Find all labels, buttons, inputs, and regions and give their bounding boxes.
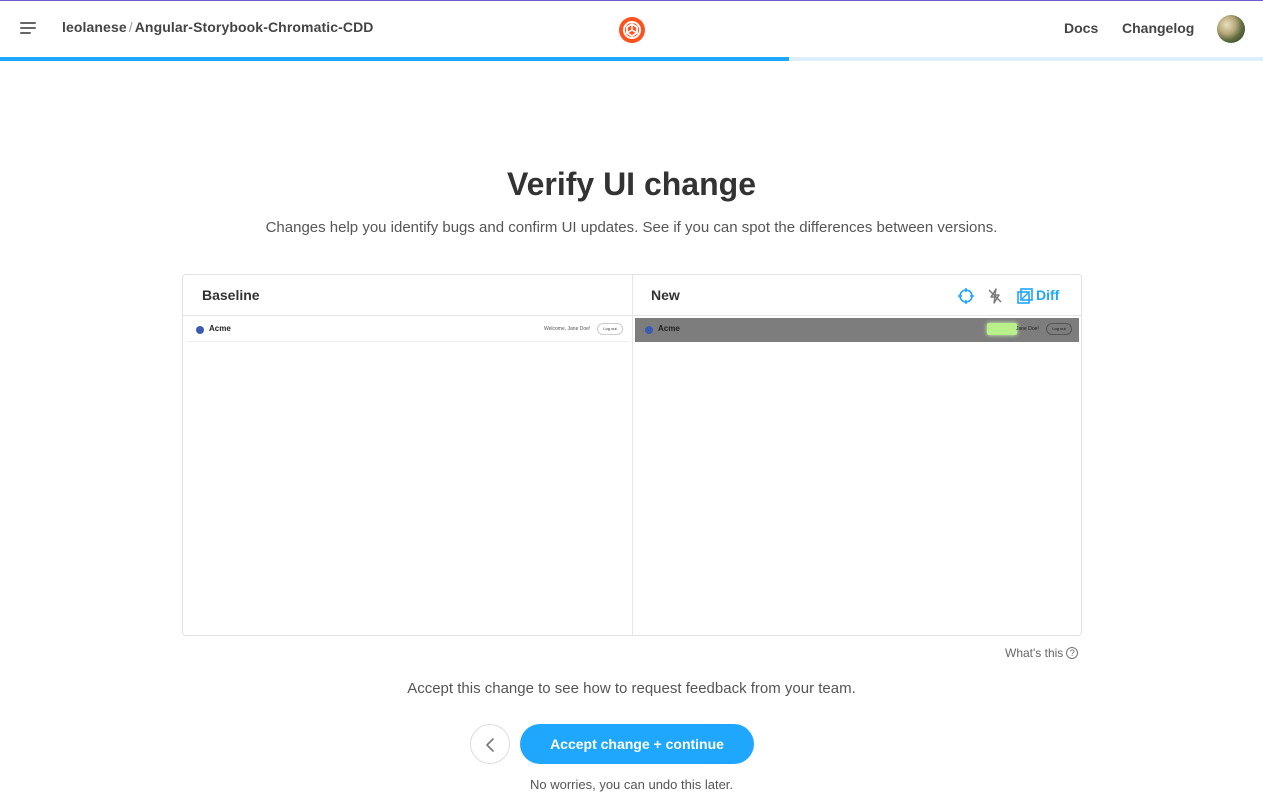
snapshot-comparison: Baseline New Diff Acme Welcome, Jane Doe… <box>182 274 1082 636</box>
new-snapshot: Acme Jane Doe! Log out <box>635 318 1079 342</box>
snapshot-welcome: Jane Doe! <box>1016 326 1039 332</box>
snapshot-logout: Log out <box>1046 323 1072 335</box>
snapshot-logout: Log out <box>597 323 623 335</box>
breadcrumb-separator: / <box>128 19 133 35</box>
nav-changelog-link[interactable]: Changelog <box>1122 20 1194 36</box>
whats-this-label: What's this <box>1005 646 1064 660</box>
repo-owner[interactable]: leolanese <box>62 19 127 35</box>
accept-change-button[interactable]: Accept change + continue <box>520 724 754 764</box>
whats-this-link[interactable]: What's this ? <box>1005 646 1079 660</box>
undo-note: No worries, you can undo this later. <box>529 777 734 792</box>
crosshair-icon[interactable] <box>957 287 975 305</box>
nav-docs-link[interactable]: Docs <box>1064 20 1098 36</box>
question-circle-icon: ? <box>1066 647 1079 659</box>
diff-highlight <box>987 323 1017 335</box>
acme-logo-icon <box>645 326 653 334</box>
baseline-snapshot: Acme Welcome, Jane Doe! Log out <box>186 318 630 342</box>
diff-toggle[interactable]: Diff <box>1036 287 1059 303</box>
diff-icon[interactable] <box>1016 287 1034 305</box>
progress-fill <box>0 57 790 61</box>
user-avatar[interactable] <box>1217 15 1245 43</box>
strobe-off-icon[interactable] <box>986 287 1004 305</box>
snapshot-welcome: Welcome, Jane Doe! <box>544 326 591 332</box>
breadcrumb: leolanese / Angular-Storybook-Chromatic-CD… <box>62 19 374 35</box>
column-divider <box>632 275 633 635</box>
accept-instructions: Accept this change to see how to request… <box>407 680 856 697</box>
baseline-label: Baseline <box>202 287 260 303</box>
back-button[interactable] <box>470 724 510 764</box>
new-label: New <box>651 287 680 303</box>
chromatic-logo-icon[interactable] <box>618 16 646 44</box>
menu-icon[interactable] <box>18 20 40 38</box>
progress-bar <box>0 57 1263 61</box>
repo-name[interactable]: Angular-Storybook-Chromatic-CDD <box>135 19 374 35</box>
snapshot-brand: Acme <box>658 324 680 333</box>
page-subtitle: Changes help you identify bugs and confi… <box>265 219 998 236</box>
snapshot-brand: Acme <box>209 324 231 333</box>
page-title: Verify UI change <box>507 166 756 202</box>
acme-logo-icon <box>196 326 204 334</box>
chevron-left-icon <box>486 738 494 752</box>
app-header: leolanese / Angular-Storybook-Chromatic-CD… <box>0 1 1263 57</box>
